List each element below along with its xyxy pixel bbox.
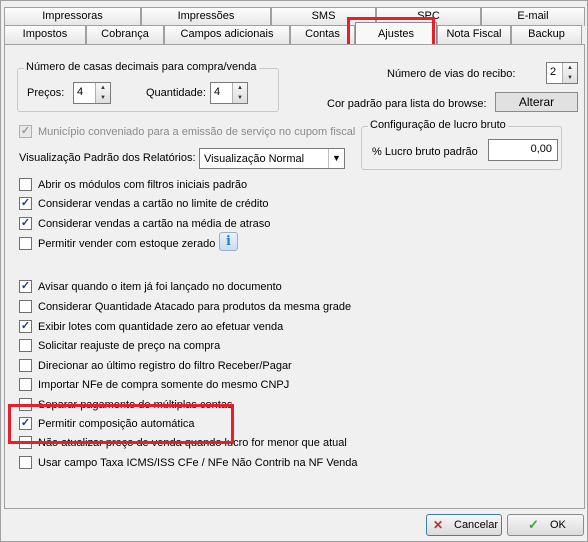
checkbox-box[interactable] xyxy=(19,237,32,250)
spin-down-icon[interactable]: ▼ xyxy=(233,93,247,103)
tab-contas[interactable]: Contas xyxy=(290,25,355,44)
spin-down-icon[interactable]: ▼ xyxy=(563,73,577,83)
municipio-checkbox[interactable]: ✓ Município conveniado para a emissão de… xyxy=(19,125,355,138)
spin-down-icon[interactable]: ▼ xyxy=(96,93,110,103)
checkbox-box[interactable]: ✓ xyxy=(19,197,32,210)
spin-up-icon[interactable]: ▲ xyxy=(233,83,247,93)
tab-cobranca[interactable]: Cobrança xyxy=(86,25,164,44)
check-icon: ✓ xyxy=(528,517,539,532)
option-label: Considerar vendas a cartão no limite de … xyxy=(38,197,269,210)
checkbox-box[interactable] xyxy=(19,300,32,313)
tab-nota-fiscal[interactable]: Nota Fiscal xyxy=(437,25,511,44)
option-label: Solicitar reajuste de preço na compra xyxy=(38,339,221,352)
settings-window: Impressoras Impressões SMS SPC E-mail Im… xyxy=(0,0,588,542)
quantidade-spinner[interactable]: 4 ▲ ▼ xyxy=(210,82,248,104)
municipio-label: Município conveniado para a emissão de s… xyxy=(38,125,356,138)
decimals-group: Número de casas decimais para compra/ven… xyxy=(17,61,279,112)
relatorios-value: Visualização Normal xyxy=(204,153,305,165)
checkbox-box[interactable]: ✓ xyxy=(19,280,32,293)
option-cartao-atraso[interactable]: ✓ Considerar vendas a cartão na média de… xyxy=(19,217,270,230)
option-avisar-item[interactable]: ✓ Avisar quando o item já foi lançado no… xyxy=(19,280,282,293)
highlight-composicao xyxy=(8,404,234,444)
option-lotes-zero[interactable]: ✓ Exibir lotes com quantidade zero ao ef… xyxy=(19,320,283,333)
ok-button[interactable]: ✓ OK xyxy=(507,514,584,536)
tab-impressoras[interactable]: Impressoras xyxy=(4,7,141,26)
option-label: Permitir vender com estoque zerado xyxy=(38,237,216,250)
lucro-group: Configuração de lucro bruto % Lucro brut… xyxy=(361,119,562,170)
vias-label: Número de vias do recibo: xyxy=(387,68,516,80)
tab-backup[interactable]: Backup xyxy=(511,25,582,44)
checkbox-box[interactable] xyxy=(19,456,32,469)
alterar-button[interactable]: Alterar xyxy=(495,92,578,112)
cancel-icon: ✕ xyxy=(433,518,444,532)
spin-up-icon[interactable]: ▲ xyxy=(96,83,110,93)
tab-row-bottom: Impostos Cobrança Campos adicionais Cont… xyxy=(4,22,582,44)
option-filtros-iniciais[interactable]: Abrir os módulos com filtros iniciais pa… xyxy=(19,178,247,191)
option-importar-nfe[interactable]: Importar NFe de compra somente do mesmo … xyxy=(19,378,289,391)
relatorios-select[interactable]: Visualização Normal ▼ xyxy=(199,148,345,169)
relatorios-label: Visualização Padrão dos Relatórios: xyxy=(19,152,196,164)
quantidade-label: Quantidade: xyxy=(146,87,206,99)
ok-label: OK xyxy=(550,519,566,531)
option-label: Direcionar ao último registro do filtro … xyxy=(38,359,292,372)
option-taxa-icms[interactable]: Usar campo Taxa ICMS/ISS CFe / NFe Não C… xyxy=(19,456,358,469)
tab-impostos[interactable]: Impostos xyxy=(4,25,86,44)
quantidade-value: 4 xyxy=(214,86,221,98)
info-icon[interactable]: i xyxy=(219,232,238,251)
precos-label: Preços: xyxy=(27,87,65,99)
precos-value: 4 xyxy=(77,86,84,98)
option-label: Considerar Quantidade Atacado para produ… xyxy=(38,300,352,313)
checkbox-box[interactable] xyxy=(19,359,32,372)
option-reajuste-preco[interactable]: Solicitar reajuste de preço na compra xyxy=(19,339,220,352)
option-label: Considerar vendas a cartão na média de a… xyxy=(38,217,271,230)
checkbox-box[interactable]: ✓ xyxy=(19,125,32,138)
option-label: Exibir lotes com quantidade zero ao efet… xyxy=(38,320,284,333)
option-cartao-limite[interactable]: ✓ Considerar vendas a cartão no limite d… xyxy=(19,197,269,210)
checkbox-box[interactable]: ✓ xyxy=(19,217,32,230)
cancel-label: Cancelar xyxy=(454,519,499,531)
option-quantidade-atacado[interactable]: Considerar Quantidade Atacado para produ… xyxy=(19,300,351,313)
option-estoque-zerado[interactable]: Permitir vender com estoque zerado xyxy=(19,237,215,250)
tab-email[interactable]: E-mail xyxy=(481,7,585,26)
tab-row-top: Impressoras Impressões SMS SPC E-mail xyxy=(4,7,585,26)
checkbox-box[interactable]: ✓ xyxy=(19,320,32,333)
option-label: Usar campo Taxa ICMS/ISS CFe / NFe Não C… xyxy=(38,456,358,469)
checkbox-box[interactable] xyxy=(19,378,32,391)
decimals-legend: Número de casas decimais para compra/ven… xyxy=(24,61,259,73)
lucro-input[interactable]: 0,00 xyxy=(488,139,558,161)
checkbox-box[interactable] xyxy=(19,339,32,352)
spin-up-icon[interactable]: ▲ xyxy=(563,63,577,73)
chevron-down-icon[interactable]: ▼ xyxy=(328,149,344,168)
option-label: Avisar quando o item já foi lançado no d… xyxy=(38,280,282,293)
lucro-label: % Lucro bruto padrão xyxy=(372,146,478,158)
option-ultimo-registro[interactable]: Direcionar ao último registro do filtro … xyxy=(19,359,292,372)
option-label: Abrir os módulos com filtros iniciais pa… xyxy=(38,178,248,191)
browse-color-label: Cor padrão para lista do browse: xyxy=(327,98,487,110)
tab-impressoes[interactable]: Impressões xyxy=(141,7,271,26)
vias-value: 2 xyxy=(550,66,557,78)
option-label: Importar NFe de compra somente do mesmo … xyxy=(38,378,290,391)
checkbox-box[interactable] xyxy=(19,178,32,191)
precos-spinner[interactable]: 4 ▲ ▼ xyxy=(73,82,111,104)
tab-campos-adicionais[interactable]: Campos adicionais xyxy=(164,25,290,44)
cancel-button[interactable]: ✕ Cancelar xyxy=(426,514,502,536)
vias-spinner[interactable]: 2 ▲ ▼ xyxy=(546,62,578,84)
lucro-legend: Configuração de lucro bruto xyxy=(368,119,508,131)
